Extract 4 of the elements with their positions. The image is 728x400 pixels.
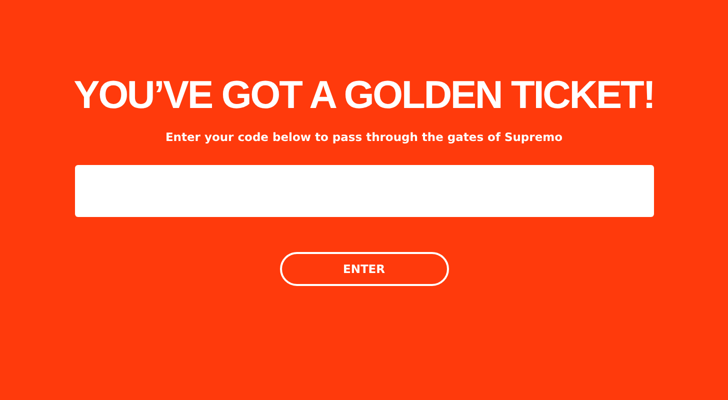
code-field[interactable] bbox=[74, 165, 654, 217]
page-subtitle: Enter your code below to pass through the gates of Supremo bbox=[165, 130, 563, 144]
enter-button[interactable]: ENTER bbox=[280, 252, 448, 286]
page-title: YOU’VE GOT A GOLDEN TICKET! bbox=[74, 74, 654, 118]
